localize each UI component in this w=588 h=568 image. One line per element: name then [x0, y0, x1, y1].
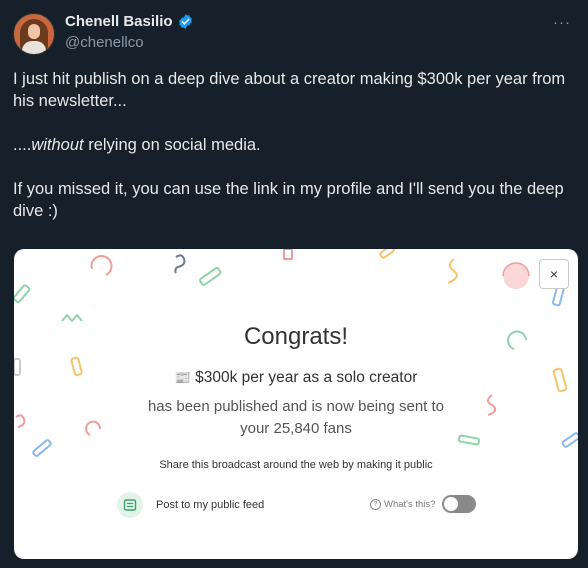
close-icon: ×	[549, 266, 559, 282]
author-handle[interactable]: @chenellco	[65, 34, 144, 51]
feed-icon	[117, 492, 143, 518]
author-row: Chenell Basilio	[65, 13, 194, 30]
verified-badge-icon	[178, 14, 192, 29]
newsletter-emoji-icon: 📰	[174, 370, 191, 385]
modal-title: Congrats!	[243, 323, 349, 350]
publish-message: has been published and is now being sent…	[14, 396, 578, 440]
message-line-1: has been published and is now being sent…	[147, 398, 445, 415]
display-name[interactable]: Chenell Basilio	[65, 13, 173, 30]
emphasis-text: without	[31, 136, 84, 154]
tweet-paragraph-1: I just hit publish on a deep dive about …	[13, 70, 566, 110]
whats-this-link[interactable]: ? What's this?	[370, 499, 435, 510]
tweet-paragraph-3: If you missed it, you can use the link i…	[13, 180, 564, 220]
tweet-paragraph-2: ....without relying on social media.	[13, 136, 261, 154]
more-options-icon[interactable]: ···	[553, 14, 571, 31]
message-line-2: your 25,840 fans	[240, 420, 352, 437]
share-text: Share this broadcast around the web by m…	[159, 459, 433, 471]
question-icon: ?	[370, 499, 381, 510]
post-title: 📰 $300k per year as a solo creator	[174, 369, 418, 386]
toggle-knob	[444, 497, 458, 511]
avatar[interactable]	[13, 13, 55, 55]
tweet[interactable]: Chenell Basilio @chenellco ··· I just hi…	[0, 0, 588, 568]
tweet-text: I just hit publish on a deep dive about …	[13, 68, 573, 222]
close-button[interactable]: ×	[539, 259, 569, 289]
public-feed-toggle[interactable]	[442, 495, 476, 513]
feed-option-label: Post to my public feed	[156, 499, 265, 511]
attached-image[interactable]: × Congrats! 📰 $300k per year as a solo c…	[14, 249, 578, 559]
